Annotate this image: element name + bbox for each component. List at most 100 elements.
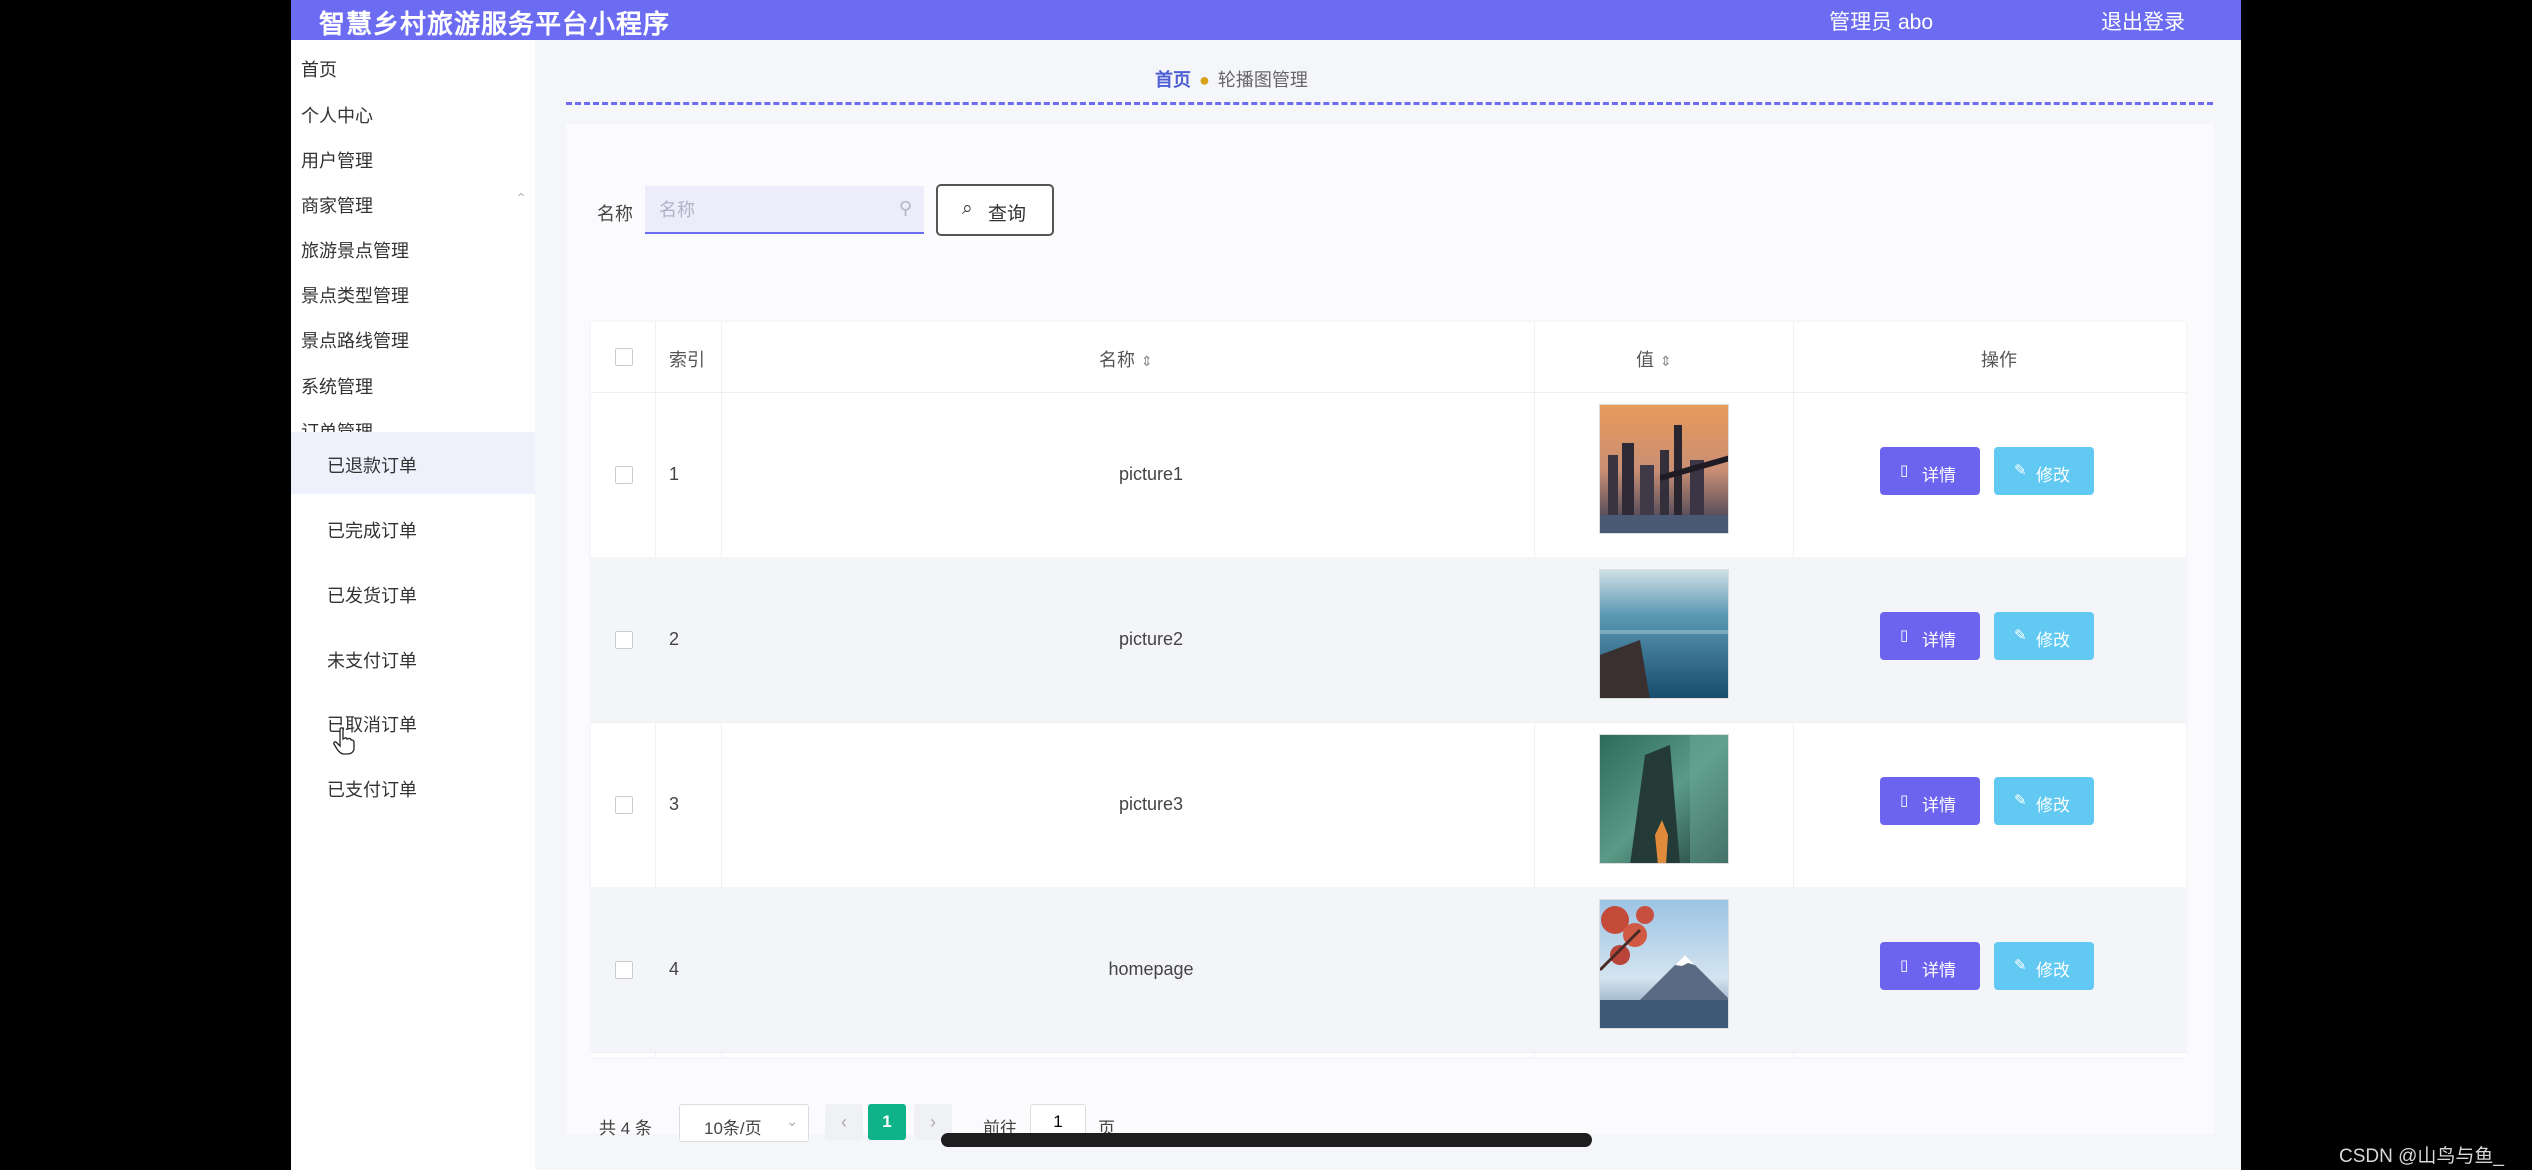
sidebar-item-label: 个人中心 bbox=[301, 106, 373, 126]
edit-button-label: 修改 bbox=[2036, 961, 2070, 980]
breadcrumb-divider bbox=[566, 102, 2213, 105]
edit-button-label: 修改 bbox=[2036, 631, 2070, 650]
row-index: 4 bbox=[669, 959, 680, 979]
detail-button[interactable]: ▯ 详情 bbox=[1880, 612, 1980, 660]
detail-button-label: 详情 bbox=[1922, 466, 1956, 485]
breadcrumb: 首页 ● 轮播图管理 bbox=[1155, 66, 1308, 92]
header-name-label: 名称 bbox=[1099, 350, 1135, 370]
money-bag-icon: ● bbox=[1199, 70, 1210, 90]
top-bar: 智慧乡村旅游服务平台小程序 管理员 abo 退出登录 bbox=[291, 0, 2241, 40]
thumbnail-image[interactable] bbox=[1599, 734, 1729, 864]
sidebar-subitem-label: 已发货订单 bbox=[327, 586, 417, 606]
table-row: 4 homepage ▯ 详情 ✎ 修改 bbox=[591, 887, 2186, 1053]
select-all-checkbox[interactable] bbox=[615, 348, 633, 366]
pencil-icon: ✎ bbox=[2014, 957, 2027, 974]
pencil-icon: ✎ bbox=[2014, 627, 2027, 644]
sidebar-subitem-refunded-orders[interactable]: 已退款订单 bbox=[291, 432, 535, 494]
detail-button-label: 详情 bbox=[1922, 961, 1956, 980]
header-value-label: 值 bbox=[1636, 350, 1654, 370]
search-field[interactable]: ⚲ bbox=[645, 186, 924, 234]
edit-button-label: 修改 bbox=[2036, 466, 2070, 485]
row-name: picture3 bbox=[1118, 794, 1184, 814]
row-checkbox[interactable] bbox=[615, 631, 633, 649]
total-count: 共 4 条 bbox=[599, 1119, 652, 1138]
row-checkbox[interactable] bbox=[615, 961, 633, 979]
search-icon: ⚲ bbox=[898, 198, 912, 218]
sidebar-item-label: 用户管理 bbox=[301, 151, 373, 171]
app-screen: 智慧乡村旅游服务平台小程序 管理员 abo 退出登录 首页 个人中心 用户管理 … bbox=[291, 0, 2241, 1170]
sidebar-subitem-label: 已支付订单 bbox=[327, 780, 417, 800]
watermark: CSDN @山鸟与鱼_ bbox=[2339, 1146, 2504, 1167]
query-button-label: 查询 bbox=[988, 204, 1027, 225]
breadcrumb-home[interactable]: 首页 bbox=[1155, 70, 1191, 90]
sort-icon[interactable]: ⇕ bbox=[1660, 353, 1672, 369]
document-icon: ▯ bbox=[1900, 462, 1909, 479]
detail-button-label: 详情 bbox=[1922, 796, 1956, 815]
sidebar: 首页 个人中心 用户管理 商家管理 ⌃ 旅游景点管理 景点类型管理 景点路线管理… bbox=[291, 40, 535, 1170]
row-name: homepage bbox=[1108, 959, 1194, 979]
row-index: 1 bbox=[669, 464, 680, 484]
thumbnail-image[interactable] bbox=[1599, 899, 1729, 1029]
row-name: picture2 bbox=[1118, 629, 1184, 649]
row-checkbox[interactable] bbox=[615, 466, 633, 484]
query-button[interactable]: ⌕ 查询 bbox=[936, 184, 1054, 236]
app-title: 智慧乡村旅游服务平台小程序 bbox=[319, 9, 671, 39]
main-content: 首页 ● 轮播图管理 名称 ⚲ ⌕ 查询 索引 名称 ⇕ bbox=[535, 40, 2241, 1170]
sidebar-subitem-label: 已完成订单 bbox=[327, 521, 417, 541]
edit-button[interactable]: ✎ 修改 bbox=[1994, 612, 2094, 660]
sidebar-subitem-completed-orders[interactable]: 已完成订单 bbox=[291, 497, 535, 559]
detail-button[interactable]: ▯ 详情 bbox=[1880, 777, 1980, 825]
pencil-icon: ✎ bbox=[2014, 462, 2027, 479]
thumbnail-image[interactable] bbox=[1599, 569, 1729, 699]
sidebar-subitem-cancelled-orders[interactable]: 已取消订单 bbox=[291, 691, 535, 753]
logout-link[interactable]: 退出登录 bbox=[2101, 6, 2185, 36]
user-label: 管理员 abo bbox=[1829, 11, 1933, 34]
detail-button[interactable]: ▯ 详情 bbox=[1880, 942, 1980, 990]
thumbnail-image[interactable] bbox=[1599, 404, 1729, 534]
breadcrumb-current: 轮播图管理 bbox=[1217, 70, 1308, 90]
search-label: 名称 bbox=[597, 204, 633, 224]
sidebar-subitem-shipped-orders[interactable]: 已发货订单 bbox=[291, 562, 535, 624]
page-size-value: 10条/页 bbox=[704, 1119, 762, 1138]
sidebar-subitem-unpaid-orders[interactable]: 未支付订单 bbox=[291, 627, 535, 689]
content-card: 名称 ⚲ ⌕ 查询 索引 名称⇕ 值⇕ 操作 bbox=[566, 124, 2214, 1142]
row-index: 2 bbox=[669, 629, 680, 649]
search-input[interactable] bbox=[657, 194, 891, 226]
sidebar-item-label: 景点路线管理 bbox=[301, 331, 409, 351]
header-value[interactable]: 值 ⇕ bbox=[1636, 346, 1672, 372]
sidebar-item-label: 系统管理 bbox=[301, 377, 373, 397]
sidebar-subitem-label: 已退款订单 bbox=[327, 456, 417, 476]
header-name[interactable]: 名称 ⇕ bbox=[1099, 346, 1153, 372]
header-actions: 操作 bbox=[1981, 350, 2017, 370]
edit-button[interactable]: ✎ 修改 bbox=[1994, 777, 2094, 825]
row-index: 3 bbox=[669, 794, 680, 814]
document-icon: ▯ bbox=[1900, 792, 1909, 809]
sidebar-item-label: 景点类型管理 bbox=[301, 286, 409, 306]
detail-button-label: 详情 bbox=[1922, 631, 1956, 650]
sidebar-item-label: 商家管理 bbox=[301, 196, 373, 216]
prev-page-button[interactable]: ‹ bbox=[825, 1104, 863, 1140]
table-row: 2 picture2 ▯ 详情 ✎ 修改 bbox=[591, 557, 2186, 723]
home-indicator bbox=[941, 1133, 1592, 1147]
page-number-button[interactable]: 1 bbox=[868, 1104, 906, 1140]
data-table: 索引 名称 ⇕ 值 ⇕ 操作 1 picture1 ▯ 详情 ✎ 修改 2 pi… bbox=[591, 322, 2186, 1057]
chevron-up-icon: ⌃ bbox=[515, 190, 527, 206]
hand-cursor-icon bbox=[333, 727, 355, 755]
edit-button[interactable]: ✎ 修改 bbox=[1994, 942, 2094, 990]
sidebar-subitem-paid-orders[interactable]: 已支付订单 bbox=[291, 756, 535, 818]
row-checkbox[interactable] bbox=[615, 796, 633, 814]
sidebar-item-label: 首页 bbox=[301, 60, 337, 80]
edit-button[interactable]: ✎ 修改 bbox=[1994, 447, 2094, 495]
row-name: picture1 bbox=[1118, 464, 1184, 484]
sort-icon[interactable]: ⇕ bbox=[1141, 353, 1153, 369]
sidebar-subitem-label: 未支付订单 bbox=[327, 651, 417, 671]
detail-button[interactable]: ▯ 详情 bbox=[1880, 447, 1980, 495]
chevron-down-icon: ⌄ bbox=[786, 1113, 798, 1129]
pencil-icon: ✎ bbox=[2014, 792, 2027, 809]
page-size-select[interactable]: 10条/页 ⌄ bbox=[679, 1104, 809, 1142]
document-icon: ▯ bbox=[1900, 627, 1909, 644]
table-row: 1 picture1 ▯ 详情 ✎ 修改 bbox=[591, 392, 2186, 558]
table-header: 索引 名称 ⇕ 值 ⇕ 操作 bbox=[591, 322, 2186, 393]
header-index: 索引 bbox=[669, 350, 705, 370]
document-icon: ▯ bbox=[1900, 957, 1909, 974]
